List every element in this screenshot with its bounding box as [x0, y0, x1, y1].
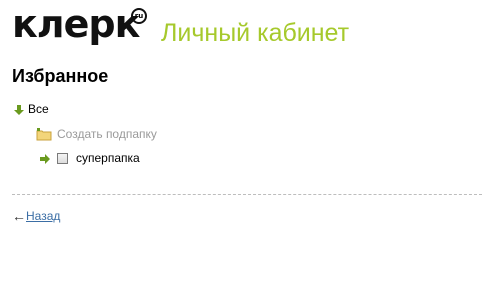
- create-subfolder-item[interactable]: Создать подпапку: [36, 127, 157, 141]
- subfolder-checkbox[interactable]: [57, 152, 68, 164]
- page-title: Избранное: [12, 66, 109, 86]
- subfolder-item[interactable]: суперпапка: [40, 151, 140, 165]
- divider: [12, 194, 482, 195]
- subfolder-label[interactable]: суперпапка: [76, 151, 140, 165]
- logo[interactable]: клерк: [12, 4, 140, 44]
- header: клерк ru Личный кабинет: [12, 4, 482, 48]
- back-link[interactable]: Назад: [26, 209, 60, 223]
- tree-root-label[interactable]: Все: [28, 102, 49, 116]
- section-title: Личный кабинет: [161, 19, 350, 47]
- create-subfolder-label[interactable]: Создать подпапку: [57, 127, 157, 141]
- arrow-right-icon: [40, 153, 50, 164]
- tree-root-item[interactable]: Все: [14, 102, 49, 116]
- add-folder-icon: [36, 127, 52, 141]
- back-link-row[interactable]: ← Назад: [12, 209, 60, 223]
- back-arrow-icon: ←: [12, 208, 26, 224]
- logo-ru-badge: ru: [131, 8, 147, 24]
- arrow-down-icon: [14, 104, 24, 115]
